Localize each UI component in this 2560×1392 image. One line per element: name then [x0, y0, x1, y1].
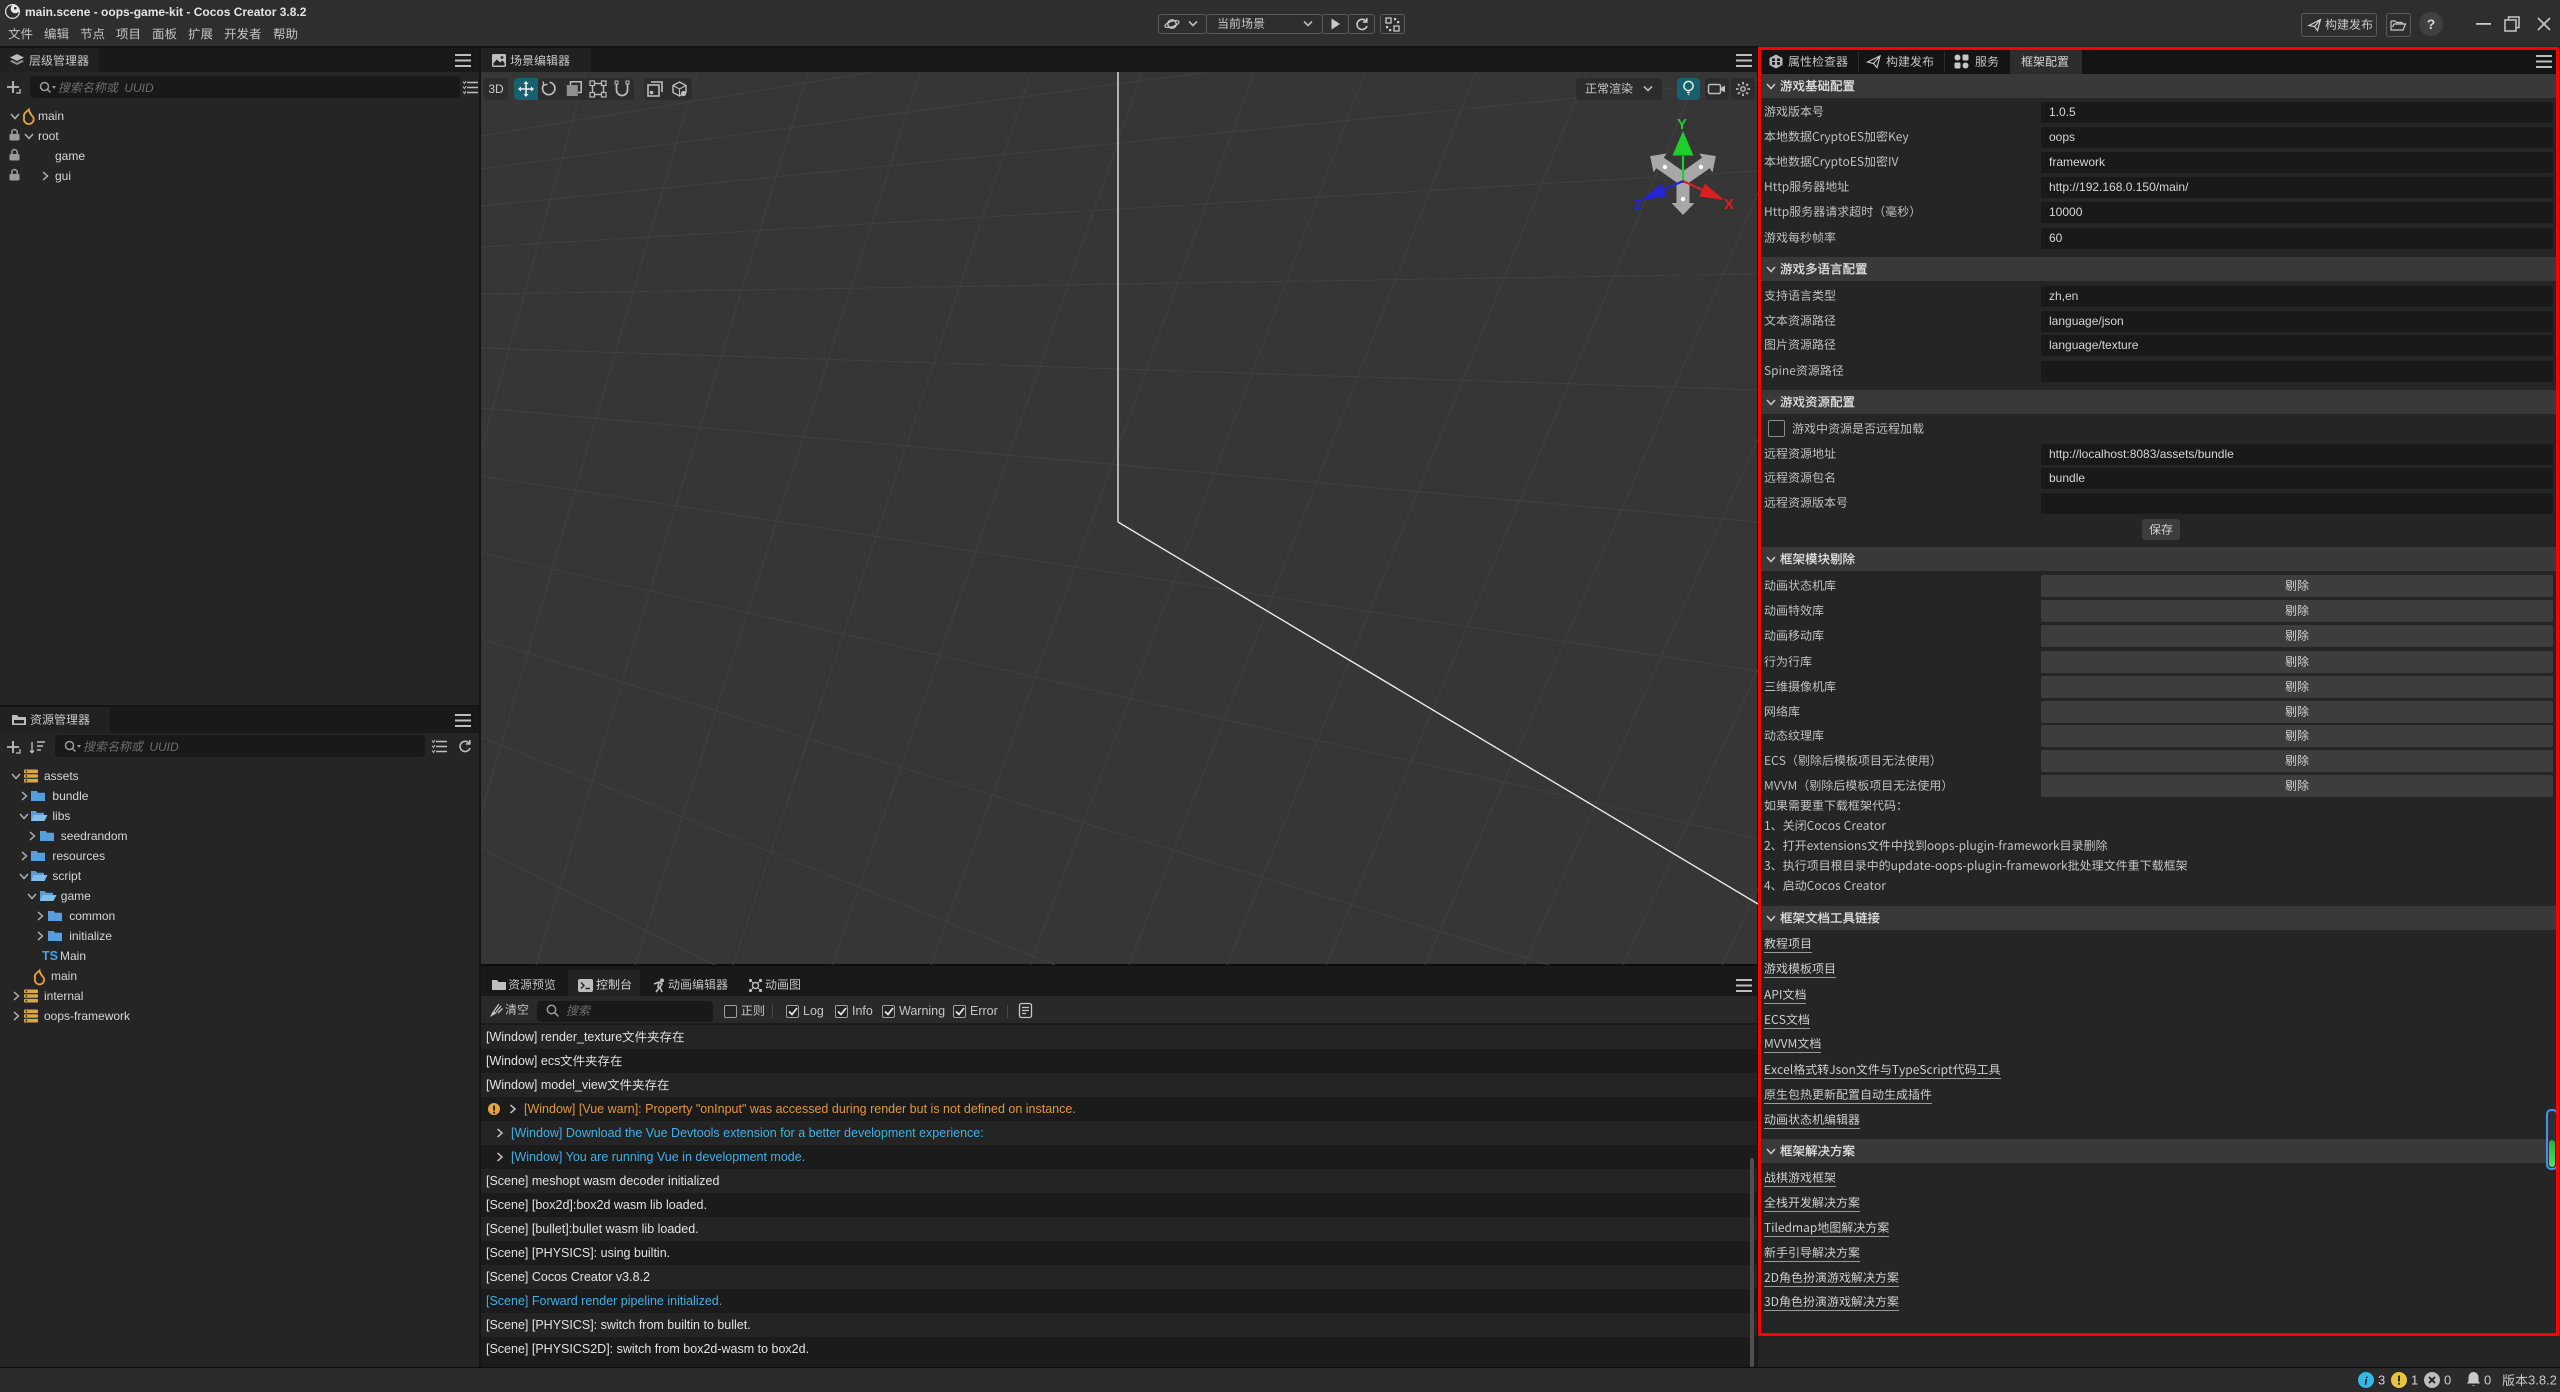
svg-text:Z: Z [1633, 197, 1642, 214]
svg-text:Y: Y [1677, 116, 1687, 133]
svg-text:X: X [1724, 196, 1734, 213]
